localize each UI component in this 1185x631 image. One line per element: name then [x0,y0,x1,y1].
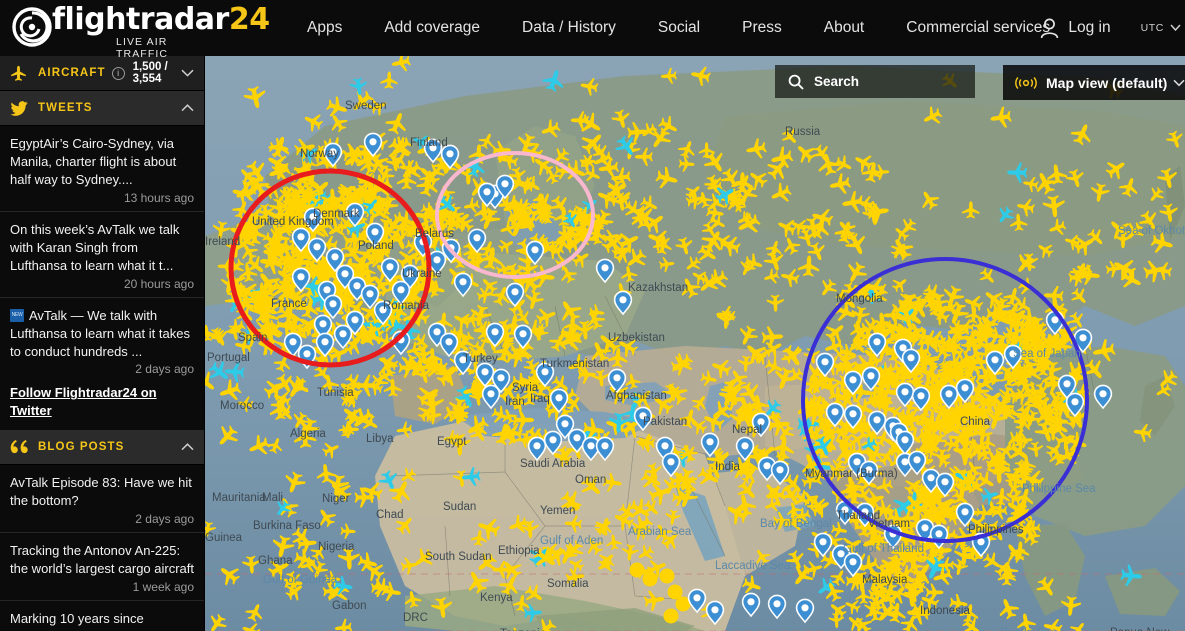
nav-add-coverage[interactable]: Add coverage [363,0,501,56]
airplane-icon [10,65,30,82]
twitter-bird-icon [10,100,30,116]
search-placeholder: Search [814,74,860,89]
blog-title: Marking 10 years since Eyjafjallajökull [10,611,144,631]
brand-logo-link[interactable]: flightradar24 LIVE AIR TRAFFIC [12,0,270,60]
blog-panel-header[interactable]: BLOG POSTS [0,430,204,466]
tweets-feed: EgyptAir’s Cairo-Sydney, via Manila, cha… [0,126,204,431]
login-button[interactable]: Log in [1032,18,1118,39]
tweets-panel-title: TWEETS [38,102,93,114]
tweet-time: 2 days ago [135,362,194,377]
brand-name: flightradar [52,2,229,37]
aircraft-panel-header[interactable]: AIRCRAFT i 1,500 / 3,554 [0,56,204,91]
tweet-text: On this week’s AvTalk we talk with Karan… [10,221,180,273]
user-icon [1040,18,1059,39]
brand-tagline: LIVE AIR TRAFFIC [116,36,169,60]
nav-links: Apps Add coverage Data / History Social … [286,0,1071,56]
flightradar24-app: flightradar24 LIVE AIR TRAFFIC Apps Add … [0,0,1185,631]
chevron-down-icon[interactable] [181,69,194,77]
chevron-up-icon[interactable] [181,104,194,112]
blog-time: 1 week ago [132,580,194,595]
blog-time: 2 days ago [135,512,194,527]
follow-row: Follow Flightradar24 on Twitter [0,382,204,430]
search-icon [788,74,804,90]
follow-twitter-link[interactable]: Follow Flightradar24 on Twitter [10,385,157,418]
login-label: Log in [1068,19,1111,36]
nav-social[interactable]: Social [637,0,721,56]
tweet-text: NEW AvTalk — We talk with Lufthansa to le… [10,307,194,361]
chevron-up-icon[interactable] [181,443,194,451]
left-sidebar: AIRCRAFT i 1,500 / 3,554 TWEETS EgyptAir… [0,56,205,631]
nav-about[interactable]: About [803,0,886,56]
chevron-down-icon[interactable] [1173,79,1185,87]
list-item[interactable]: Marking 10 years since Eyjafjallajökull … [0,601,204,631]
tweet-body: AvTalk — We talk with Lufthansa to learn… [10,307,190,359]
info-icon[interactable]: i [111,66,125,80]
map-viewport[interactable]: Sweden Norway Finland Russia Denmark United K… [205,56,1185,631]
aircraft-panel-title: AIRCRAFT [38,67,106,79]
nav-right-group: Log in UTC [1032,0,1185,56]
brand-number: 24 [228,2,270,37]
list-item[interactable]: NEW AvTalk — We talk with Lufthansa to le… [0,298,204,383]
list-item[interactable]: AvTalk Episode 83: Have we hit the botto… [0,465,204,534]
tweet-time: 20 hours ago [123,276,194,291]
aircraft-cluster-dot[interactable] [663,608,679,624]
timezone-selector[interactable]: UTC [1141,22,1164,34]
map-view-selector[interactable]: Map view (default) [1003,65,1185,100]
brand-wordmark: flightradar24 [52,5,270,35]
nav-data-history[interactable]: Data / History [501,0,637,56]
tweets-panel-header[interactable]: TWEETS [0,91,204,126]
blog-feed: AvTalk Episode 83: Have we hit the botto… [0,465,204,631]
aircraft-cluster-dot[interactable] [659,568,675,584]
list-item[interactable]: On this week’s AvTalk we talk with Karan… [0,212,204,298]
nav-press[interactable]: Press [721,0,803,56]
top-navigation-bar: flightradar24 LIVE AIR TRAFFIC Apps Add … [0,0,1185,60]
aircraft-cluster-dot[interactable] [642,571,658,587]
search-input[interactable]: Search [775,65,975,98]
blog-panel-title: BLOG POSTS [38,441,125,454]
aircraft-cluster-dot[interactable] [629,562,645,578]
list-item[interactable]: Tracking the Antonov An-225: the world’s… [0,533,204,602]
chevron-down-icon[interactable] [1170,24,1181,32]
map-view-label: Map view (default) [1046,74,1168,91]
blog-title: Tracking the Antonov An-225: the world’s… [10,543,195,577]
radar-broadcast-icon [1015,76,1037,90]
nav-apps[interactable]: Apps [286,0,363,56]
list-item[interactable]: EgyptAir’s Cairo-Sydney, via Manila, cha… [0,126,204,212]
new-badge-icon: NEW [10,308,24,322]
radar-logo-icon [12,7,52,47]
quote-icon [10,440,30,454]
aircraft-count: 1,500 / 3,554 [132,61,168,85]
tweet-time: 13 hours ago [123,190,194,205]
map-canvas [205,56,1185,631]
blog-title: AvTalk Episode 83: Have we hit the botto… [10,475,192,509]
tweet-text: EgyptAir’s Cairo-Sydney, via Manila, cha… [10,136,177,187]
